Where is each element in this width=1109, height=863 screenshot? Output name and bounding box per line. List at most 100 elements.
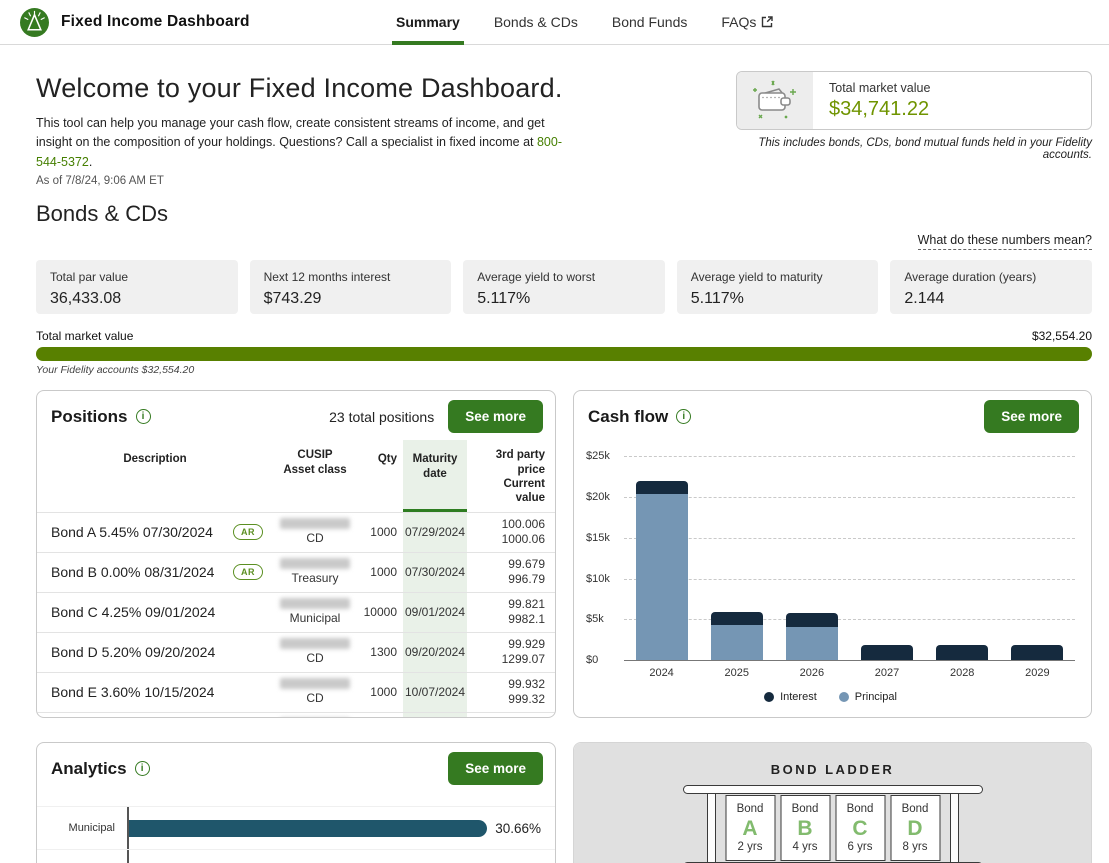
bond-ladder-rung-b: Bond B 4 yrs <box>780 795 830 861</box>
asset-class-label: CD <box>306 691 323 705</box>
analytics-bar-value: 30.66% <box>495 821 541 836</box>
legend-item-principal: Principal <box>839 691 897 703</box>
x-axis-label: 2029 <box>1025 667 1049 679</box>
cashflow-legend: InterestPrincipal <box>586 691 1075 703</box>
bar-group <box>786 456 838 660</box>
stat-value: $743.29 <box>264 290 438 308</box>
bond-ladder-title: BOND LADDER <box>574 743 1091 777</box>
position-description: Bond A 5.45% 07/30/2024AR <box>37 513 273 552</box>
total-market-value-card: Total market value $34,741.22 <box>736 71 1092 130</box>
third-party-price: 100.006 <box>502 517 545 533</box>
position-name: Bond E 3.60% 10/15/2024 <box>51 684 214 700</box>
analytics-chart: Municipal 30.66% CD30.07% <box>37 806 555 863</box>
stat-value: 36,433.08 <box>50 290 224 308</box>
stat-label: Average yield to maturity <box>691 270 865 284</box>
col-maturity-line2: date <box>407 467 463 481</box>
analytics-see-more-button[interactable]: See more <box>448 752 543 785</box>
current-value: 999.32 <box>508 692 545 708</box>
principal-bar-segment <box>711 625 763 660</box>
tab-summary[interactable]: Summary <box>396 0 460 44</box>
interest-bar-segment <box>936 645 988 660</box>
analytics-bar-row: CD30.07% <box>37 850 555 863</box>
cashflow-info-icon[interactable] <box>676 409 691 424</box>
rung-label: Bond <box>726 803 774 816</box>
total-market-value-card-wrap: Total market value $34,741.22 This inclu… <box>736 71 1092 187</box>
stat-value: 5.117% <box>691 290 865 308</box>
stat-average-yield-to-maturity: Average yield to maturity 5.117% <box>677 260 879 314</box>
bond-ladder-rung-a: Bond A 2 yrs <box>725 795 775 861</box>
cusip-redacted <box>280 678 350 689</box>
market-bar-label: Total market value <box>36 329 133 343</box>
position-name: Bond C 4.25% 09/01/2024 <box>51 604 215 620</box>
position-description: Bond D 5.20% 09/20/2024 <box>37 633 273 672</box>
market-value-progress-bar <box>36 347 1092 361</box>
principal-legend-dot <box>839 692 849 702</box>
stat-label: Average duration (years) <box>904 270 1078 284</box>
interest-legend-dot <box>764 692 774 702</box>
cashflow-title: Cash flow <box>588 407 668 427</box>
x-axis-label: 2024 <box>649 667 673 679</box>
summary-stats-row: Total par value 36,433.08 Next 12 months… <box>36 260 1092 314</box>
rung-letter: D <box>891 817 939 840</box>
asset-class-label: Treasury <box>292 571 339 585</box>
position-price: 99.9291299.07 <box>467 633 555 672</box>
tab-bond-funds[interactable]: Bond Funds <box>612 0 688 44</box>
analytics-title: Analytics <box>51 759 127 779</box>
interest-bar-segment <box>1011 645 1063 660</box>
numbers-help-link[interactable]: What do these numbers mean? <box>918 233 1092 250</box>
stat-average-duration: Average duration (years) 2.144 <box>890 260 1092 314</box>
position-qty: 1000 <box>357 673 403 712</box>
position-price: 99.932999.32 <box>467 673 555 712</box>
analytics-info-icon[interactable] <box>135 761 150 776</box>
current-value: 1299.07 <box>502 652 545 668</box>
asset-class-label: CD <box>306 531 323 545</box>
stat-average-yield-to-worst: Average yield to worst 5.117% <box>463 260 665 314</box>
welcome-section: Welcome to your Fixed Income Dashboard. … <box>36 61 1092 187</box>
bond-ladder-rung-d: Bond D 8 yrs <box>890 795 940 861</box>
current-value: 996.79 <box>508 572 545 588</box>
position-price: 99.679996.79 <box>467 553 555 592</box>
bond-ladder-panel: BOND LADDER Bond A 2 yrs Bond <box>573 742 1092 863</box>
bonds-cds-heading: Bonds & CDs <box>36 201 1092 227</box>
tab-faqs[interactable]: FAQs <box>721 0 773 44</box>
positions-table-header: Description CUSIP Asset class Qty Maturi… <box>37 440 555 512</box>
positions-see-more-button[interactable]: See more <box>448 400 543 433</box>
wallet-icon-box <box>737 72 813 129</box>
analytics-bar-row: Municipal 30.66% <box>37 806 555 850</box>
position-cusip: CD <box>273 633 357 672</box>
rung-letter: C <box>836 817 884 840</box>
positions-info-icon[interactable] <box>136 409 151 424</box>
app-title: Fixed Income Dashboard <box>61 13 250 31</box>
table-row: Bond A 5.45% 07/30/2024ARCD100007/29/202… <box>37 512 555 552</box>
y-axis-label: $20k <box>586 491 610 503</box>
interest-bar-segment <box>711 612 763 625</box>
top-nav: Fixed Income Dashboard Summary Bonds & C… <box>0 0 1109 45</box>
col-qty: Qty <box>357 440 403 512</box>
position-description: Bond B 0.00% 08/31/2024AR <box>37 553 273 592</box>
bond-ladder-graphic-area: BOND LADDER Bond A 2 yrs Bond <box>574 743 1091 863</box>
rung-term: 4 yrs <box>781 841 829 854</box>
market-bar-note: Your Fidelity accounts $32,554.20 <box>36 364 1092 376</box>
stat-value: 5.117% <box>477 290 651 308</box>
cashflow-see-more-button[interactable]: See more <box>984 400 1079 433</box>
third-party-price: 99.821 <box>508 597 545 613</box>
position-qty: 10000 <box>357 593 403 632</box>
ladder-left-rail-end <box>707 792 716 863</box>
tab-faqs-label: FAQs <box>721 14 756 30</box>
ladder-top-rail <box>683 785 983 794</box>
position-cusip: CD <box>273 673 357 712</box>
positions-title: Positions <box>51 407 128 427</box>
cusip-redacted <box>280 518 350 529</box>
tab-bonds-cds[interactable]: Bonds & CDs <box>494 0 578 44</box>
position-price: 100.0061000.06 <box>467 513 555 552</box>
analytics-category-label: Municipal <box>37 822 127 834</box>
external-link-icon <box>761 16 773 28</box>
stat-label: Average yield to worst <box>477 270 651 284</box>
position-description: Bond F 0.125% 10/31/2024 <box>37 713 273 719</box>
table-row: Bond D 5.20% 09/20/2024CD130009/20/20249… <box>37 632 555 672</box>
position-qty: 1000 <box>357 553 403 592</box>
rung-term: 8 yrs <box>891 841 939 854</box>
col-price-value: 3rd party price Current value <box>467 440 555 512</box>
as-of-timestamp: As of 7/8/24, 9:06 AM ET <box>36 175 736 187</box>
stat-value: 2.144 <box>904 290 1078 308</box>
